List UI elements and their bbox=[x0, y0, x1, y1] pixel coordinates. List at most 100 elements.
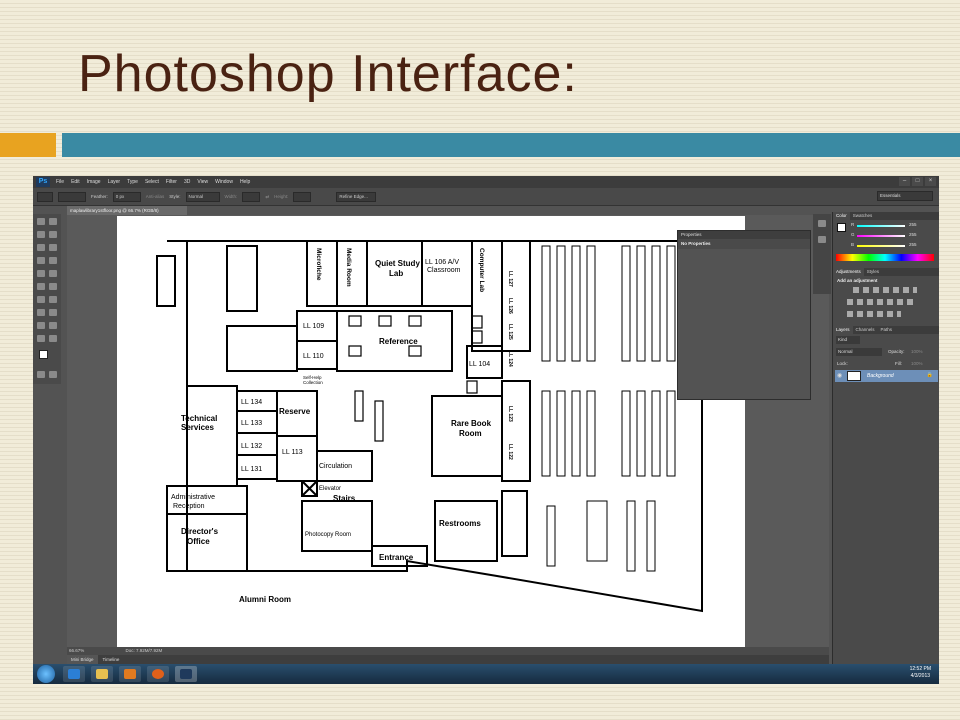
type-tool-icon[interactable] bbox=[49, 309, 57, 316]
opacity-label: Opacity: bbox=[888, 349, 905, 354]
anti-alias-checkbox[interactable]: Anti-alias bbox=[146, 194, 165, 199]
gradient-tool-icon[interactable] bbox=[49, 283, 57, 290]
label-elevator: Elevator bbox=[319, 486, 341, 492]
fill-value[interactable]: 100% bbox=[911, 361, 923, 366]
tab-paths[interactable]: Paths bbox=[878, 326, 896, 334]
properties-panel[interactable]: Properties No Properties bbox=[677, 230, 811, 400]
menu-layer[interactable]: Layer bbox=[108, 179, 121, 185]
tab-color[interactable]: Color bbox=[833, 212, 850, 220]
eraser-tool-icon[interactable] bbox=[37, 283, 45, 290]
tab-adjustments[interactable]: Adjustments bbox=[833, 268, 864, 276]
workspace-select[interactable]: Essentials bbox=[877, 191, 933, 201]
tab-channels[interactable]: Channels bbox=[853, 326, 878, 334]
clock-date: 4/3/2013 bbox=[910, 673, 931, 679]
blur-tool-icon[interactable] bbox=[37, 296, 45, 303]
label-reference: Reference bbox=[379, 337, 418, 346]
move-tool-icon[interactable] bbox=[49, 218, 57, 225]
document-tab[interactable]: maplawlibrary1stfloor.png @ 66.7% (RGB/8… bbox=[67, 206, 187, 215]
menu-filter[interactable]: Filter bbox=[166, 179, 177, 185]
marquee-tool-icon[interactable] bbox=[37, 218, 45, 225]
layer-name[interactable]: Background bbox=[867, 373, 894, 379]
zoom-level[interactable]: 66.67% bbox=[69, 648, 84, 653]
menu-view[interactable]: View bbox=[197, 179, 208, 185]
layer-row-background[interactable]: ◉ Background 🔒 bbox=[835, 370, 938, 382]
hand-tool-icon[interactable] bbox=[37, 335, 45, 342]
foreground-color-swatch[interactable] bbox=[39, 350, 48, 359]
menu-image[interactable]: Image bbox=[87, 179, 101, 185]
r-value[interactable]: 255 bbox=[909, 222, 917, 227]
layer-filter-kind[interactable]: Kind bbox=[836, 336, 860, 344]
style-label: Style: bbox=[169, 194, 181, 199]
document-canvas[interactable]: Microfiche Media Room Quiet Study Lab LL… bbox=[117, 216, 745, 648]
path-selection-tool-icon[interactable] bbox=[37, 322, 45, 329]
refine-edge-button[interactable]: Refine Edge... bbox=[336, 191, 377, 202]
color-fg-swatch[interactable] bbox=[837, 223, 846, 232]
start-button-icon[interactable] bbox=[37, 665, 55, 683]
taskbar-media[interactable] bbox=[119, 666, 141, 682]
taskbar-explorer[interactable] bbox=[91, 666, 113, 682]
brush-tool-icon[interactable] bbox=[49, 257, 57, 264]
menu-type[interactable]: Type bbox=[127, 179, 138, 185]
feather-input[interactable]: 0 px bbox=[112, 191, 141, 202]
tab-mini-bridge[interactable]: Mini Bridge bbox=[67, 655, 98, 664]
width-label: Width: bbox=[224, 194, 238, 199]
selection-mode-icons[interactable] bbox=[58, 191, 86, 202]
menu-edit[interactable]: Edit bbox=[71, 179, 80, 185]
properties-body: No Properties bbox=[678, 239, 810, 249]
screen-mode-icon[interactable] bbox=[49, 371, 57, 378]
menu-file[interactable]: File bbox=[56, 179, 64, 185]
history-icon[interactable] bbox=[818, 220, 826, 227]
opacity-value[interactable]: 100% bbox=[911, 349, 923, 354]
tab-swatches[interactable]: Swatches bbox=[850, 212, 876, 220]
height-input[interactable] bbox=[293, 191, 312, 202]
pen-tool-icon[interactable] bbox=[37, 309, 45, 316]
close-button[interactable]: × bbox=[925, 177, 936, 186]
eye-icon[interactable]: ◉ bbox=[837, 372, 842, 379]
label-ll131: LL 131 bbox=[241, 466, 262, 473]
label-ll122: LL 122 bbox=[507, 444, 513, 460]
tab-layers[interactable]: Layers bbox=[833, 326, 853, 334]
b-value[interactable]: 255 bbox=[909, 242, 917, 247]
system-clock[interactable]: 12:52 PM 4/3/2013 bbox=[910, 666, 931, 680]
zoom-tool-icon[interactable] bbox=[49, 335, 57, 342]
red-slider[interactable] bbox=[857, 225, 905, 227]
blue-slider[interactable] bbox=[857, 245, 905, 247]
taskbar-photoshop[interactable] bbox=[175, 666, 197, 682]
menu-window[interactable]: Window bbox=[215, 179, 233, 185]
window-controls: – □ × bbox=[899, 177, 936, 186]
adjustment-icons-row-2[interactable] bbox=[847, 299, 917, 305]
label-ll125: LL 125 bbox=[507, 324, 513, 340]
quick-mask-icon[interactable] bbox=[37, 371, 45, 378]
tab-styles[interactable]: Styles bbox=[864, 268, 882, 276]
menu-select[interactable]: Select bbox=[145, 179, 159, 185]
healing-brush-tool-icon[interactable] bbox=[37, 257, 45, 264]
blend-mode-select[interactable]: Normal bbox=[836, 348, 882, 356]
menu-help[interactable]: Help bbox=[240, 179, 250, 185]
maximize-button[interactable]: □ bbox=[912, 177, 923, 186]
label-media-room: Media Room bbox=[345, 248, 352, 287]
minimize-button[interactable]: – bbox=[899, 177, 910, 186]
taskbar-firefox[interactable] bbox=[147, 666, 169, 682]
g-value[interactable]: 255 bbox=[909, 232, 917, 237]
color-spectrum-bar[interactable] bbox=[836, 254, 934, 261]
shape-tool-icon[interactable] bbox=[49, 322, 57, 329]
adjustment-icons-row-1[interactable] bbox=[853, 287, 917, 293]
taskbar-ie[interactable] bbox=[63, 666, 85, 682]
menu-3d[interactable]: 3D bbox=[184, 179, 190, 185]
dodge-tool-icon[interactable] bbox=[49, 296, 57, 303]
quick-select-tool-icon[interactable] bbox=[49, 231, 57, 238]
eyedropper-tool-icon[interactable] bbox=[49, 244, 57, 251]
swap-icon[interactable]: ⇄ bbox=[265, 194, 269, 200]
lasso-tool-icon[interactable] bbox=[37, 231, 45, 238]
properties-icon[interactable] bbox=[818, 236, 826, 243]
history-brush-tool-icon[interactable] bbox=[49, 270, 57, 277]
style-select[interactable]: Normal bbox=[185, 191, 220, 202]
width-input[interactable] bbox=[242, 191, 261, 202]
crop-tool-icon[interactable] bbox=[37, 244, 45, 251]
marquee-tool-preset-icon[interactable] bbox=[37, 191, 53, 202]
green-slider[interactable] bbox=[857, 235, 905, 237]
tab-timeline[interactable]: Timeline bbox=[98, 655, 124, 664]
properties-title[interactable]: Properties bbox=[678, 231, 810, 239]
adjustment-icons-row-3[interactable] bbox=[847, 311, 901, 317]
clone-stamp-tool-icon[interactable] bbox=[37, 270, 45, 277]
